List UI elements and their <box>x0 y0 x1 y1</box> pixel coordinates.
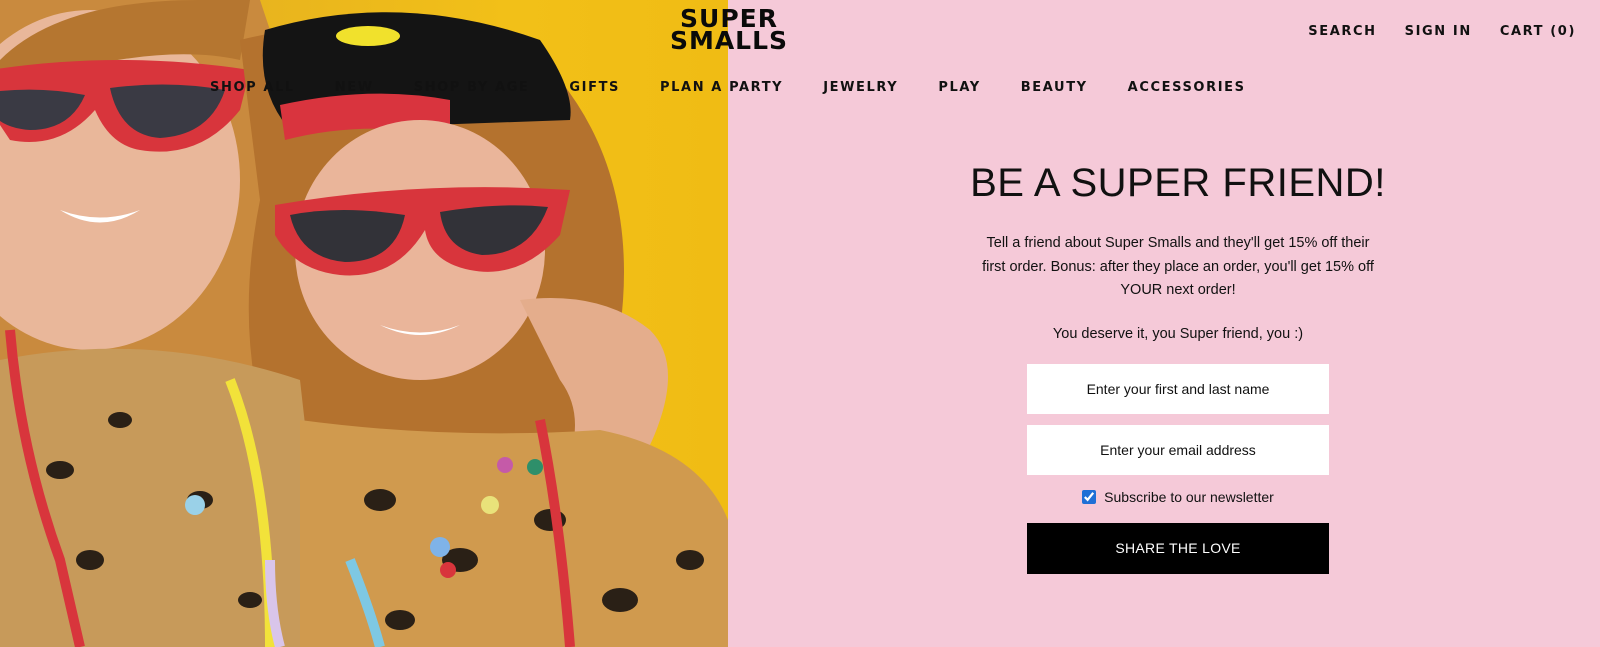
nav-item-gifts[interactable]: GIFTS <box>569 80 620 95</box>
referral-description: Tell a friend about Super Smalls and the… <box>982 235 1374 298</box>
nav-item-new[interactable]: NEW <box>335 80 374 95</box>
logo-line-2: SMALLS <box>669 26 789 55</box>
nav-item-play[interactable]: PLAY <box>938 80 980 95</box>
newsletter-label: Subscribe to our newsletter <box>1104 488 1274 505</box>
newsletter-option[interactable]: Subscribe to our newsletter <box>928 489 1428 505</box>
hero-photo-illustration <box>0 0 728 647</box>
utility-nav: SEARCH SIGN IN CART (0) <box>1308 24 1576 39</box>
name-field[interactable] <box>1027 363 1329 414</box>
email-field[interactable] <box>1027 424 1329 475</box>
referral-panel: BE A SUPER FRIEND! Tell a friend about S… <box>928 160 1428 574</box>
nav-item-plan-a-party[interactable]: PLAN A PARTY <box>660 80 783 95</box>
cart-link[interactable]: CART (0) <box>1500 24 1576 39</box>
search-link[interactable]: SEARCH <box>1308 24 1376 39</box>
page-title: BE A SUPER FRIEND! <box>970 161 1386 205</box>
nav-item-accessories[interactable]: ACCESSORIES <box>1128 80 1246 95</box>
nav-item-shop-by-age[interactable]: SHOP BY AGE <box>414 80 530 95</box>
hero-photo <box>0 0 728 647</box>
brand-logo[interactable]: SUPER SMALLS <box>664 6 794 55</box>
main-nav: SHOP ALL NEW SHOP BY AGE GIFTS PLAN A PA… <box>210 80 1246 95</box>
newsletter-checkbox[interactable] <box>1082 489 1097 504</box>
nav-item-jewelry[interactable]: JEWELRY <box>823 80 898 95</box>
nav-item-beauty[interactable]: BEAUTY <box>1021 80 1088 95</box>
sign-in-link[interactable]: SIGN IN <box>1405 24 1472 39</box>
nav-item-shop-all[interactable]: SHOP ALL <box>210 80 295 95</box>
referral-tagline: You deserve it, you Super friend, you :) <box>1052 325 1304 342</box>
share-the-love-button[interactable]: SHARE THE LOVE <box>1027 522 1329 574</box>
